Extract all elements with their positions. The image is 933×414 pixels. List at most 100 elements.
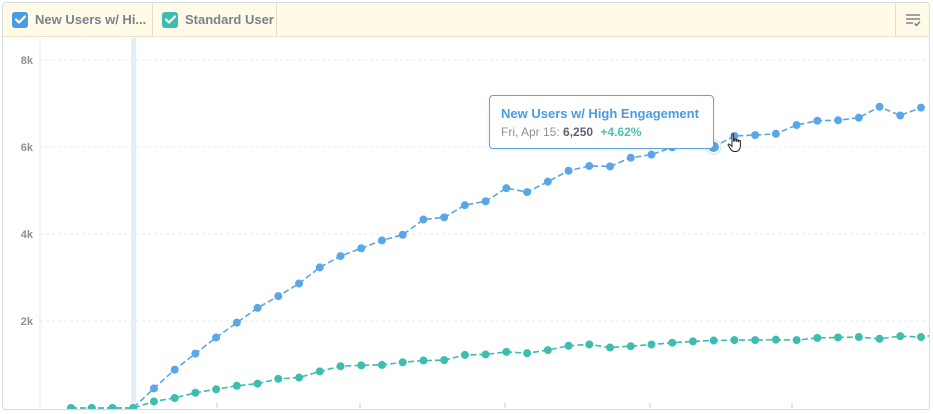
data-point — [585, 340, 594, 349]
tooltip-value: 6,250 — [563, 125, 594, 139]
data-point — [875, 334, 884, 343]
checkbox-checked-icon[interactable] — [162, 11, 178, 28]
data-point — [543, 177, 552, 186]
legend-item-standard-user[interactable]: Standard User — [153, 3, 277, 36]
series-line — [71, 335, 929, 409]
hover-band — [131, 38, 137, 408]
data-point — [647, 150, 656, 159]
data-point — [460, 350, 469, 359]
data-point — [295, 373, 304, 382]
data-point — [834, 333, 843, 342]
data-point — [523, 188, 532, 197]
data-point — [170, 365, 179, 374]
data-point — [315, 367, 324, 376]
data-point — [67, 404, 75, 409]
data-point — [315, 263, 324, 272]
tooltip-series-name: New Users w/ High Engagement — [501, 106, 699, 121]
legend-item-new-users-high-engagement[interactable]: New Users w/ Hi... — [3, 3, 153, 36]
data-point — [398, 230, 407, 239]
series-line — [71, 105, 922, 409]
data-point — [191, 388, 200, 397]
data-point — [274, 374, 283, 383]
data-point — [854, 333, 863, 342]
legend-label: New Users w/ Hi... — [35, 12, 147, 27]
data-point — [253, 303, 262, 312]
data-point — [481, 350, 490, 359]
data-point — [149, 384, 158, 393]
data-point — [730, 336, 739, 345]
data-point — [834, 116, 843, 125]
data-point — [647, 340, 656, 349]
data-point — [875, 102, 884, 111]
data-point — [232, 318, 241, 327]
data-point — [149, 397, 158, 406]
data-point — [792, 121, 801, 130]
tooltip-detail: Fri, Apr 15: 6,250 +4.62% — [501, 124, 702, 141]
data-point — [751, 336, 760, 345]
data-point — [585, 161, 594, 170]
hand-pointer-icon — [727, 133, 741, 152]
chart-panel: 2k 4k 6k 8k New Users w/ Hi... Standard Use… — [2, 2, 930, 410]
data-point — [543, 346, 552, 355]
data-point — [336, 252, 345, 261]
filter-list-button[interactable] — [895, 3, 929, 36]
checkbox-checked-icon[interactable] — [12, 11, 28, 28]
data-point — [688, 337, 697, 346]
y-axis: 2k 4k 6k 8k — [21, 55, 34, 328]
tooltip-change: +4.62% — [600, 125, 642, 139]
data-point — [419, 356, 428, 365]
data-point — [896, 111, 905, 120]
data-point — [398, 358, 407, 367]
data-tooltip: New Users w/ High Engagement Fri, Apr 15… — [489, 95, 714, 149]
data-point — [440, 213, 449, 222]
data-point — [564, 166, 573, 175]
data-point — [502, 184, 511, 193]
data-point — [108, 404, 117, 409]
data-point — [626, 153, 635, 162]
data-point — [917, 333, 925, 342]
data-point — [232, 381, 241, 390]
data-point — [253, 379, 262, 388]
data-point — [336, 362, 345, 371]
line-chart: 2k 4k 6k 8k — [21, 38, 929, 409]
data-point — [357, 361, 366, 370]
data-point — [191, 349, 200, 358]
data-point — [771, 129, 780, 138]
data-point — [668, 338, 677, 347]
data-point — [606, 162, 615, 171]
data-point — [854, 113, 863, 122]
data-point — [377, 360, 386, 369]
y-tick-label: 8k — [21, 55, 34, 67]
data-point — [481, 197, 490, 206]
data-point — [212, 385, 221, 394]
data-point — [813, 333, 822, 342]
y-tick-label: 2k — [21, 316, 34, 328]
data-point — [295, 279, 304, 288]
data-point — [274, 292, 283, 301]
data-point — [751, 131, 760, 140]
tooltip-date: Fri, Apr 15: — [501, 125, 560, 139]
legend-label: Standard User — [185, 12, 274, 27]
data-point — [564, 341, 573, 350]
filter-list-icon — [905, 13, 921, 27]
data-point — [502, 347, 511, 356]
data-point — [440, 356, 449, 365]
y-tick-label: 4k — [21, 229, 34, 241]
data-point — [917, 103, 925, 112]
data-point — [792, 336, 801, 345]
data-point — [626, 342, 635, 351]
data-point — [87, 404, 96, 409]
legend-bar: New Users w/ Hi... Standard User — [3, 3, 929, 37]
data-point — [523, 349, 532, 358]
data-point — [212, 333, 221, 342]
data-point — [357, 244, 366, 253]
data-point — [709, 336, 718, 345]
data-point — [170, 393, 179, 402]
data-point — [813, 116, 822, 125]
data-point — [896, 332, 905, 341]
data-point — [460, 201, 469, 210]
data-point — [377, 236, 386, 245]
data-point — [419, 215, 428, 224]
y-tick-label: 6k — [21, 142, 34, 154]
data-point — [771, 335, 780, 344]
